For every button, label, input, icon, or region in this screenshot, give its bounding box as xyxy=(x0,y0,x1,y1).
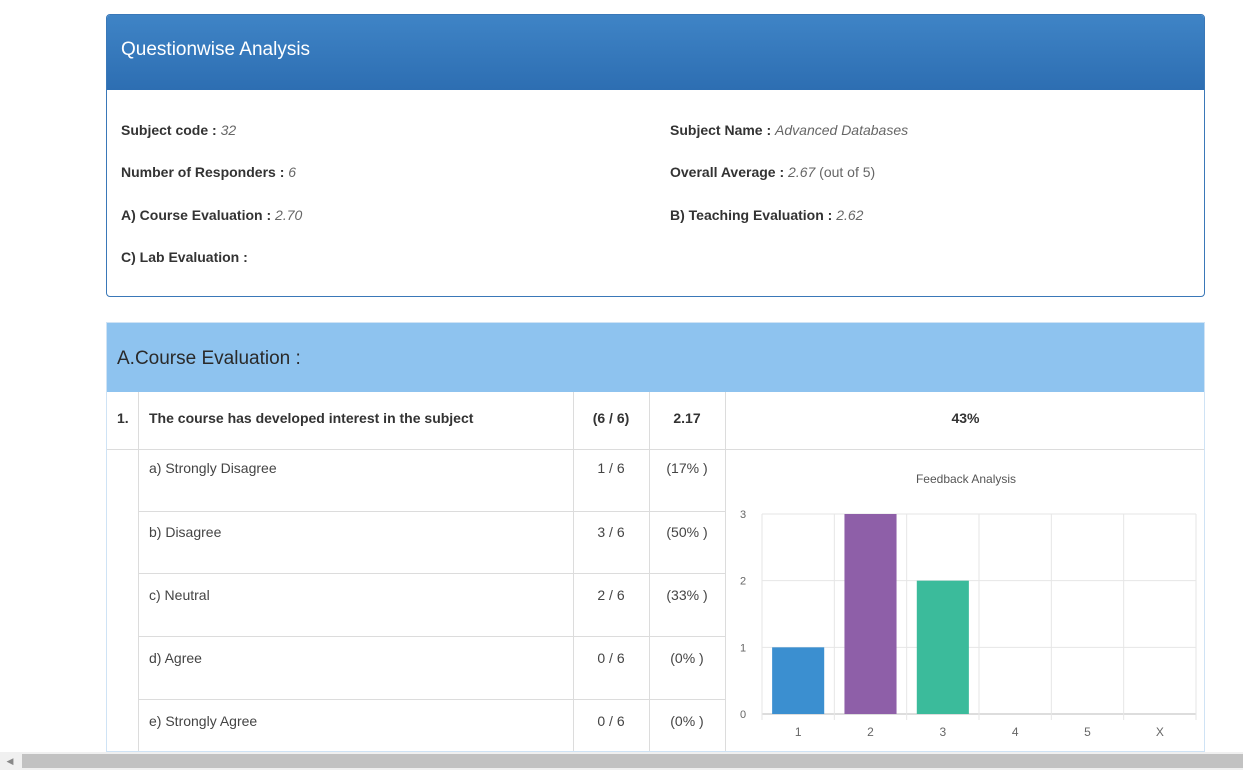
horizontal-scrollbar[interactable]: ◀ xyxy=(0,752,1243,770)
question-text: The course has developed interest in the… xyxy=(149,410,474,426)
course-eval-label: A) Course Evaluation : xyxy=(121,207,272,223)
subject-name-row: Subject Name : Advanced Databases xyxy=(670,122,908,138)
questionwise-analysis-panel: Questionwise Analysis Subject code : 32 … xyxy=(106,14,1205,297)
subject-name-value: Advanced Databases xyxy=(775,122,909,138)
teaching-eval-row: B) Teaching Evaluation : 2.62 xyxy=(670,207,863,223)
option-label: b) Disagree xyxy=(149,524,222,540)
option-label: e) Strongly Agree xyxy=(149,713,258,729)
feedback-chart: Feedback Analysis 0 1 2 3 1 2 3 4 5 X xyxy=(740,472,1197,739)
responders-label: Number of Responders : xyxy=(121,164,285,180)
overall-average-row: Overall Average : 2.67 (out of 5) xyxy=(670,164,875,180)
x-tick-label: 2 xyxy=(867,725,874,739)
option-label: c) Neutral xyxy=(149,587,210,603)
subject-code-label: Subject code : xyxy=(121,122,217,138)
row-divider xyxy=(138,699,725,700)
scrollbar-thumb[interactable] xyxy=(22,754,1243,768)
chart-title: Feedback Analysis xyxy=(916,472,1016,486)
chart-bars xyxy=(772,514,969,714)
option-count: 0 / 6 xyxy=(597,713,625,729)
overall-average-value: 2.67 xyxy=(788,164,816,180)
overall-average-label: Overall Average : xyxy=(670,164,785,180)
teaching-eval-value: 2.62 xyxy=(836,207,864,223)
option-label: a) Strongly Disagree xyxy=(149,460,277,476)
bar xyxy=(772,647,825,714)
responders-value: 6 xyxy=(288,164,297,180)
question-average: 2.17 xyxy=(673,410,701,426)
option-label: d) Agree xyxy=(149,650,202,666)
lab-eval-label: C) Lab Evaluation : xyxy=(121,249,248,265)
row-divider xyxy=(138,573,725,574)
x-tick-label: 5 xyxy=(1084,725,1091,739)
subject-code-value: 32 xyxy=(220,122,237,138)
row-divider xyxy=(138,511,725,512)
option-count: 0 / 6 xyxy=(597,650,625,666)
chart-y-ticks: 0 1 2 3 xyxy=(740,509,746,721)
chart-grid xyxy=(761,513,1197,720)
option-count: 1 / 6 xyxy=(597,460,625,476)
question-number: 1. xyxy=(117,410,129,426)
option-percent: (50% ) xyxy=(666,524,708,540)
course-eval-value: 2.70 xyxy=(275,207,303,223)
option-percent: (33% ) xyxy=(666,587,708,603)
option-percent: (0% ) xyxy=(670,713,704,729)
subject-code-row: Subject code : 32 xyxy=(121,122,236,138)
column-divider xyxy=(649,392,650,751)
x-tick-label: X xyxy=(1156,725,1164,739)
y-tick-label: 3 xyxy=(740,509,746,521)
course-evaluation-panel: A.Course Evaluation : 1. The course has … xyxy=(106,322,1205,752)
scroll-left-arrow-icon[interactable]: ◀ xyxy=(4,755,16,767)
option-percent: (0% ) xyxy=(670,650,704,666)
teaching-eval-label: B) Teaching Evaluation : xyxy=(670,207,833,223)
panel-title: Questionwise Analysis xyxy=(107,15,1204,90)
lab-eval-row: C) Lab Evaluation : xyxy=(121,249,248,265)
y-tick-label: 2 xyxy=(740,576,746,588)
column-divider xyxy=(573,392,574,751)
chart-x-ticks: 1 2 3 4 5 X xyxy=(795,725,1164,739)
section-title: A.Course Evaluation : xyxy=(107,323,1204,392)
option-count: 3 / 6 xyxy=(597,524,625,540)
question-responses: (6 / 6) xyxy=(592,410,630,426)
row-divider xyxy=(138,636,725,637)
bar xyxy=(916,580,969,714)
responders-row: Number of Responders : 6 xyxy=(121,164,296,180)
option-count: 2 / 6 xyxy=(597,587,625,603)
bar xyxy=(844,514,897,714)
y-tick-label: 1 xyxy=(740,642,746,654)
y-tick-label: 0 xyxy=(740,709,746,721)
option-percent: (17% ) xyxy=(666,460,708,476)
overall-average-suffix: (out of 5) xyxy=(819,164,876,180)
x-tick-label: 1 xyxy=(795,725,802,739)
subject-name-label: Subject Name : xyxy=(670,122,772,138)
x-tick-label: 3 xyxy=(939,725,946,739)
question-percent: 43% xyxy=(951,410,980,426)
column-divider xyxy=(138,392,139,751)
course-eval-row: A) Course Evaluation : 2.70 xyxy=(121,207,302,223)
x-tick-label: 4 xyxy=(1012,725,1019,739)
